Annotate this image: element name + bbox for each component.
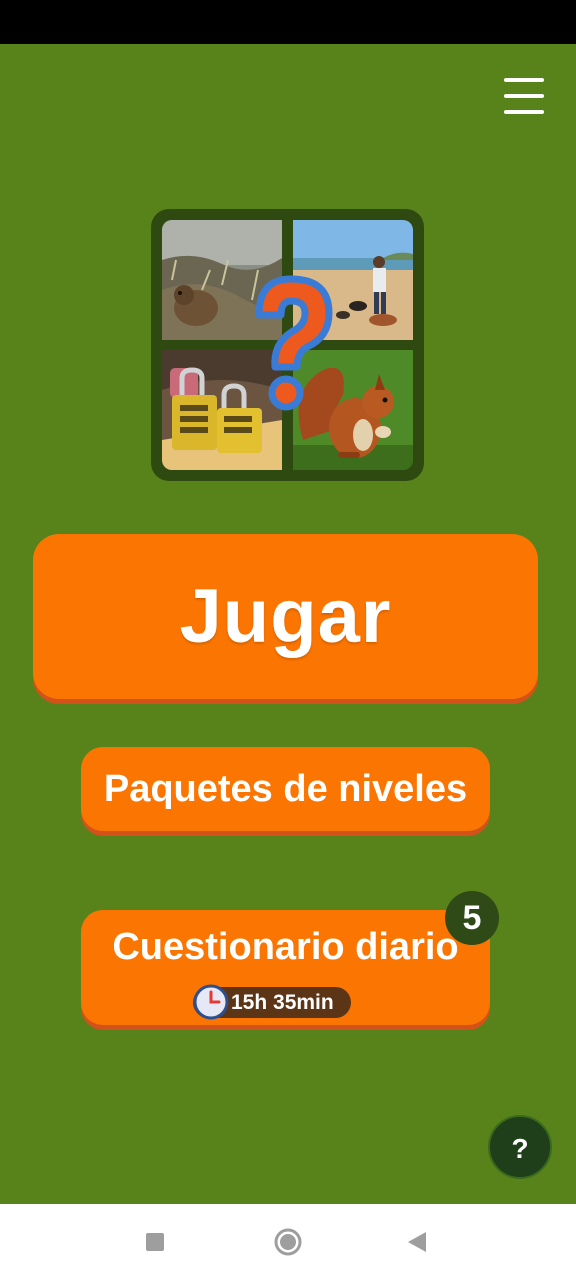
level-packs-button[interactable]: Paquetes de niveles xyxy=(81,747,490,831)
hamburger-menu-icon[interactable] xyxy=(500,76,548,116)
level-packs-label: Paquetes de niveles xyxy=(103,768,468,810)
timer-text: 15h 35min xyxy=(231,991,334,1014)
daily-quiz-button[interactable]: Cuestionario diario 15h 35min xyxy=(81,910,490,1025)
daily-quiz-label: Cuestionario diario xyxy=(112,926,459,968)
menu-line xyxy=(504,78,544,82)
status-bar xyxy=(0,0,576,44)
help-button[interactable]: ? xyxy=(488,1115,552,1179)
question-mark-icon xyxy=(255,275,333,411)
back-triangle-icon[interactable] xyxy=(406,1230,428,1254)
menu-line xyxy=(504,110,544,114)
menu-line xyxy=(504,94,544,98)
app-screen: Jugar Paquetes de niveles Cuestionario d… xyxy=(0,44,576,1204)
recents-square-icon[interactable] xyxy=(146,1233,164,1251)
play-button-label: Jugar xyxy=(179,574,392,659)
play-button[interactable]: Jugar xyxy=(33,534,538,699)
daily-quiz-timer: 15h 35min xyxy=(193,984,351,1020)
game-logo xyxy=(151,209,424,481)
system-nav-bar xyxy=(0,1204,576,1280)
home-circle-icon[interactable] xyxy=(274,1228,302,1256)
daily-quiz-count-badge: 5 xyxy=(445,891,499,945)
clock-icon xyxy=(193,984,229,1020)
